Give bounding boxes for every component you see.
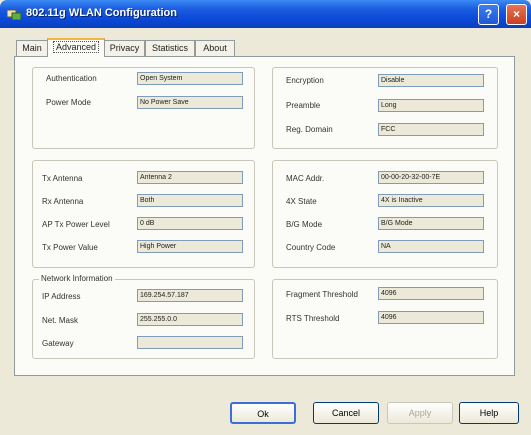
network-info-title: Network Information bbox=[39, 274, 115, 283]
tab-privacy[interactable]: Privacy bbox=[104, 40, 145, 56]
bg-mode-label: B/G Mode bbox=[286, 220, 323, 229]
reg-domain-label: Reg. Domain bbox=[286, 125, 333, 134]
title-bar[interactable]: 802.11g WLAN Configuration ? × bbox=[0, 0, 531, 28]
reg-domain-field: FCC bbox=[378, 123, 484, 136]
tab-advanced-label: Advanced bbox=[52, 41, 100, 53]
tab-advanced[interactable]: Advanced bbox=[47, 38, 105, 57]
rx-antenna-field: Both bbox=[137, 194, 243, 207]
ip-address-field: 169.254.57.187 bbox=[137, 289, 243, 302]
tx-power-value-field: High Power bbox=[137, 240, 243, 253]
ap-tx-power-label: AP Tx Power Level bbox=[42, 220, 110, 229]
ok-button[interactable]: Ok bbox=[230, 402, 296, 424]
gateway-field bbox=[137, 336, 243, 349]
tab-statistics[interactable]: Statistics bbox=[145, 40, 195, 56]
4x-state-label: 4X State bbox=[286, 197, 317, 206]
power-mode-field: No Power Save bbox=[137, 96, 243, 109]
help-button[interactable]: Help bbox=[459, 402, 519, 424]
4x-state-field: 4X is Inactive bbox=[378, 194, 484, 207]
threshold-group: Fragment Threshold 4096 RTS Threshold 40… bbox=[272, 279, 498, 359]
apply-button[interactable]: Apply bbox=[387, 402, 453, 424]
net-mask-label: Net. Mask bbox=[42, 316, 79, 325]
window-title: 802.11g WLAN Configuration bbox=[26, 7, 177, 19]
tx-antenna-label: Tx Antenna bbox=[42, 174, 83, 183]
country-code-label: Country Code bbox=[286, 243, 336, 252]
encryption-field: Disable bbox=[378, 74, 484, 87]
network-info-group: Network Information IP Address 169.254.5… bbox=[32, 274, 255, 359]
radio-group: Encryption Disable Preamble Long Reg. Do… bbox=[272, 67, 498, 149]
gateway-label: Gateway bbox=[42, 339, 74, 348]
security-group: Authentication Open System Power Mode No… bbox=[32, 67, 255, 149]
rts-threshold-field: 4096 bbox=[378, 311, 484, 324]
rx-antenna-label: Rx Antenna bbox=[42, 197, 84, 206]
ip-address-label: IP Address bbox=[42, 292, 81, 301]
power-mode-label: Power Mode bbox=[46, 98, 91, 107]
help-icon: ? bbox=[484, 7, 493, 21]
authentication-field: Open System bbox=[137, 72, 243, 85]
close-icon: × bbox=[512, 7, 520, 21]
bg-mode-field: B/G Mode bbox=[378, 217, 484, 230]
country-code-field: NA bbox=[378, 240, 484, 253]
tab-main[interactable]: Main bbox=[16, 40, 48, 56]
rts-threshold-label: RTS Threshold bbox=[286, 314, 340, 323]
preamble-field: Long bbox=[378, 99, 484, 112]
ap-tx-power-field: 0 dB bbox=[137, 217, 243, 230]
tx-antenna-field: Antenna 2 bbox=[137, 171, 243, 184]
antenna-group: Tx Antenna Antenna 2 Rx Antenna Both AP … bbox=[32, 160, 255, 268]
tab-about[interactable]: About bbox=[195, 40, 235, 56]
preamble-label: Preamble bbox=[286, 101, 321, 110]
network-app-icon bbox=[7, 9, 21, 20]
mac-addr-label: MAC Addr. bbox=[286, 174, 325, 183]
encryption-label: Encryption bbox=[286, 76, 324, 85]
cancel-button[interactable]: Cancel bbox=[313, 402, 379, 424]
close-button[interactable]: × bbox=[506, 4, 527, 25]
fragment-threshold-label: Fragment Threshold bbox=[286, 290, 358, 299]
net-mask-field: 255.255.0.0 bbox=[137, 313, 243, 326]
fragment-threshold-field: 4096 bbox=[378, 287, 484, 300]
authentication-label: Authentication bbox=[46, 74, 97, 83]
mac-addr-field: 00-00-20-32-00-7E bbox=[378, 171, 484, 184]
tx-power-value-label: Tx Power Value bbox=[42, 243, 98, 252]
help-title-button[interactable]: ? bbox=[478, 4, 499, 25]
advanced-panel: Authentication Open System Power Mode No… bbox=[14, 56, 515, 376]
device-group: MAC Addr. 00-00-20-32-00-7E 4X State 4X … bbox=[272, 160, 498, 268]
